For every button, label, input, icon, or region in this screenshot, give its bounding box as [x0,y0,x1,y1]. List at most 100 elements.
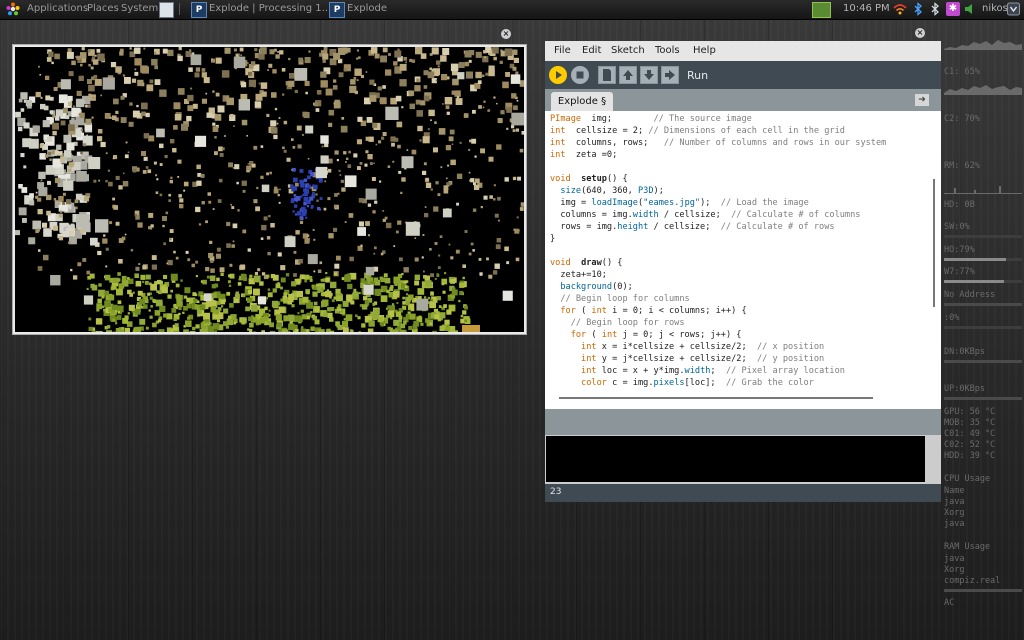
menu-file[interactable]: File [554,45,571,56]
code-line[interactable]: PImage img; // The source image [550,114,752,124]
menu-applications[interactable]: Applications [27,3,88,14]
tab-explode[interactable]: Explode § [551,92,613,111]
editor-console-divider[interactable] [545,409,941,435]
code-line[interactable]: zeta+=10; [550,270,607,280]
particle [203,313,210,320]
particle [310,326,315,331]
particle [450,159,456,166]
particle [23,165,27,169]
run-button[interactable] [549,66,567,84]
code-line[interactable]: int zeta =0; [550,150,617,160]
particle [76,214,90,228]
open-sketch-button[interactable] [619,66,637,84]
panel-clock[interactable]: 10:46 PM [843,3,890,14]
particle [395,95,402,102]
particle [452,287,456,291]
particle [29,200,35,206]
shutdown-icon[interactable] [1007,2,1020,16]
code-line[interactable]: background(0); [550,282,632,292]
particle [76,55,81,60]
particle [365,221,370,226]
system-monitor-icon[interactable] [812,2,831,18]
particle [459,141,462,144]
particle [305,216,308,219]
particle [68,124,75,131]
particle [349,256,354,262]
particle [299,169,304,173]
wifi-icon[interactable] [893,2,907,16]
code-line[interactable]: columns = img.width / cellsize; // Calcu… [550,210,860,220]
particle [22,138,32,148]
particle [223,308,229,314]
particle [226,291,231,296]
menu-sketch[interactable]: Sketch [611,45,645,56]
save-sketch-button[interactable] [640,66,658,84]
particle [327,197,331,201]
code-line[interactable]: int cellsize = 2; // Dimensions of each … [550,126,845,136]
particle [176,300,183,307]
bluetooth-icon[interactable] [928,2,942,16]
screenshot-launcher-icon[interactable] [159,2,174,18]
panel-username[interactable]: nikos [982,3,1008,14]
code-line[interactable]: } [550,234,555,244]
menu-edit[interactable]: Edit [582,45,601,56]
bluetooth-icon[interactable] [911,2,925,16]
code-line[interactable]: img = loadImage("eames.jpg"); // Load th… [550,198,808,208]
console-output[interactable] [546,436,925,482]
menu-system[interactable]: System [121,3,158,14]
code-line[interactable]: int loc = x + y*img.width; // Pixel arra… [550,366,845,376]
particle [158,329,165,332]
taskbar-item-processing[interactable]: Explode | Processing 1... [209,3,331,14]
new-sketch-button[interactable] [598,66,616,84]
particle [314,102,318,107]
particle [209,322,212,325]
particle [81,58,87,63]
vertical-scrollbar[interactable] [933,179,935,307]
sketch-canvas[interactable] [15,47,524,332]
particle [209,275,216,281]
particle [315,308,319,312]
export-button[interactable] [661,66,679,84]
particle [169,237,172,241]
particle [233,56,246,69]
particle [60,120,66,126]
particle [437,193,441,197]
particle [355,314,358,318]
code-line[interactable]: // Begin loop for columns [550,294,689,304]
settings-applet-icon[interactable]: ✱ [946,2,960,16]
particle [123,172,125,175]
code-line[interactable]: int x = i*cellsize + cellsize/2; // x po… [550,342,824,352]
menu-help[interactable]: Help [693,45,716,56]
menu-tools[interactable]: Tools [655,45,680,56]
particle [98,179,101,182]
stop-button[interactable] [571,66,589,84]
code-line[interactable]: for ( int j = 0; j < rows; j++) { [550,330,742,340]
code-text[interactable]: PImage img; // The source image int cell… [545,111,941,389]
code-line[interactable]: // Begin loop for rows [550,318,685,328]
particle [294,315,302,323]
code-line[interactable]: rows = img.height / cellsize; // Calcula… [550,222,834,232]
particle [88,84,95,92]
volume-icon[interactable] [963,2,977,16]
gnome-foot-icon[interactable] [6,2,20,16]
particle [225,325,229,329]
taskbar-item-explode[interactable]: Explode [347,3,387,14]
tab-menu-arrow-icon[interactable]: ➜ [915,94,929,106]
code-line[interactable]: void draw() { [550,258,622,268]
close-ide-window-button[interactable]: × [915,28,925,38]
code-line[interactable]: size(640, 360, P3D); [550,186,664,196]
close-sketch-window-button[interactable]: × [501,29,511,39]
code-editor[interactable]: PImage img; // The source image int cell… [545,111,941,409]
horizontal-scrollbar[interactable] [559,397,873,399]
particle [97,129,103,134]
code-line[interactable]: for ( int i = 0; i < columns; i++) { [550,306,746,316]
particle [254,48,258,52]
menu-places[interactable]: Places [87,3,119,14]
particle [336,159,339,162]
particle [272,302,279,309]
code-line[interactable]: int columns, rows; // Number of columns … [550,138,886,148]
code-line[interactable]: int y = j*cellsize + cellsize/2; // y po… [550,354,824,364]
particle [43,139,47,143]
code-line[interactable]: color c = img.pixels[loc]; // Grab the c… [550,378,814,388]
code-line[interactable]: void setup() { [550,174,628,184]
